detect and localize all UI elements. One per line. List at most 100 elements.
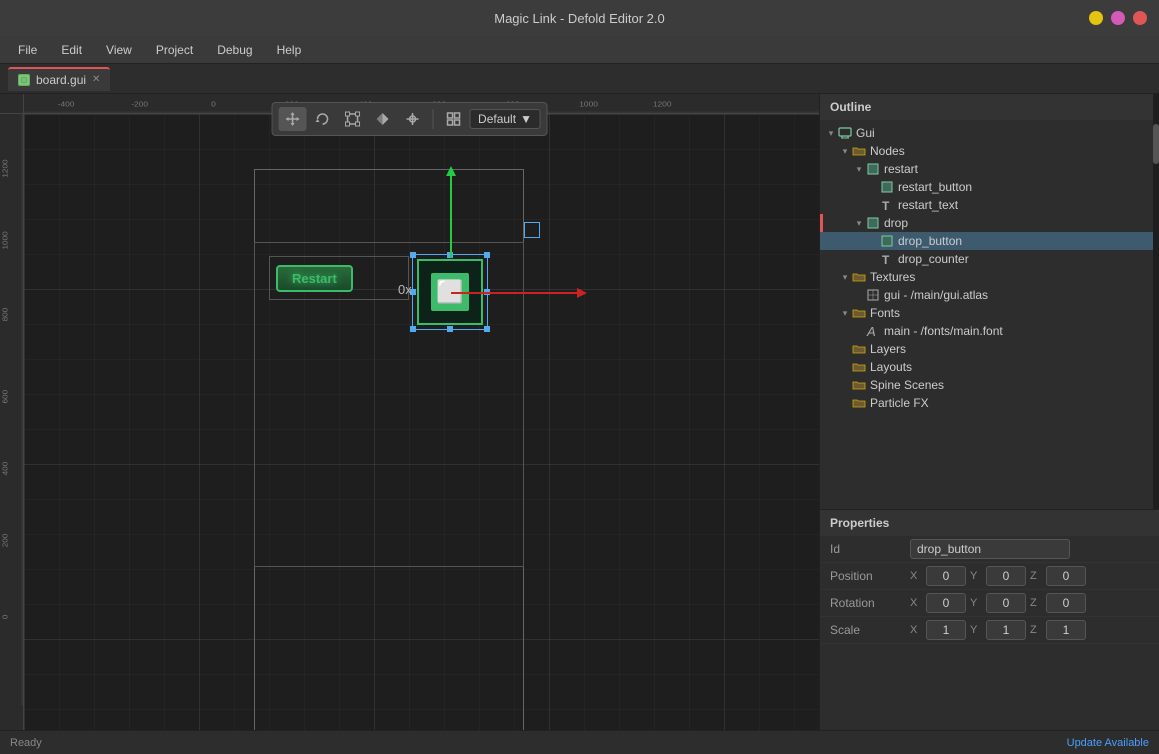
tree-label-main_font: main - /fonts/main.font <box>884 324 1003 338</box>
rotate-tool-button[interactable] <box>308 107 336 131</box>
tree-label-drop_button: drop_button <box>898 234 962 248</box>
rotation-z-input[interactable] <box>1046 593 1086 613</box>
tree-item-textures[interactable]: ▾Textures <box>820 268 1159 286</box>
layout-dropdown-arrow: ▼ <box>520 112 532 126</box>
outline-section: Outline ▾Gui▾Nodes▾restartrestart_button… <box>820 94 1159 510</box>
properties-header: Properties <box>820 510 1159 536</box>
tab-label: board.gui <box>36 73 86 87</box>
tree-arrow-fonts[interactable]: ▾ <box>840 308 850 319</box>
canvas-viewport[interactable]: Restart ⬜ 0x <box>24 114 819 730</box>
tree-icon-particle_fx <box>852 396 866 410</box>
tree-item-gui[interactable]: ▾Gui <box>820 124 1159 142</box>
position-x-input[interactable] <box>926 566 966 586</box>
update-link[interactable]: Update Available <box>1067 737 1149 749</box>
tree-item-layouts[interactable]: Layouts <box>820 358 1159 376</box>
tree-label-layouts: Layouts <box>870 360 912 374</box>
property-position-row: Position X Y Z <box>820 563 1159 590</box>
flip-tool-button[interactable] <box>368 107 396 131</box>
menu-file[interactable]: File <box>8 40 47 60</box>
tree-arrow-drop[interactable]: ▾ <box>854 218 864 229</box>
drop-panel <box>254 242 524 567</box>
tree-arrow-gui[interactable]: ▾ <box>826 128 836 139</box>
y-axis-arrow <box>446 166 456 176</box>
scale-x-input[interactable] <box>926 620 966 640</box>
status-text: Ready <box>10 737 42 749</box>
tree-label-drop: drop <box>884 216 908 230</box>
menu-edit[interactable]: Edit <box>51 40 92 60</box>
move-tool-button[interactable] <box>278 107 306 131</box>
tree-icon-restart_text: T <box>880 198 894 212</box>
tree-icon-fonts <box>852 306 866 320</box>
rotation-x-input[interactable] <box>926 593 966 613</box>
tree-icon-restart <box>866 162 880 176</box>
minimize-button[interactable] <box>1089 11 1103 25</box>
property-rotation-row: Rotation X Y Z <box>820 590 1159 617</box>
counter-x: x <box>405 282 412 297</box>
scale-y-input[interactable] <box>986 620 1026 640</box>
menu-view[interactable]: View <box>96 40 142 60</box>
statusbar: Ready Update Available <box>0 730 1159 754</box>
tree-item-fonts[interactable]: ▾ Fonts <box>820 304 1159 322</box>
rotation-z-label: Z <box>1030 597 1042 609</box>
tree-item-spine_scenes[interactable]: Spine Scenes <box>820 376 1159 394</box>
layout-label: Default <box>478 112 516 126</box>
tree-item-drop_button[interactable]: drop_button <box>820 232 1159 250</box>
app-title: Magic Link - Defold Editor 2.0 <box>494 11 665 26</box>
property-id-input[interactable] <box>910 539 1070 559</box>
tree-label-particle_fx: Particle FX <box>870 396 929 410</box>
property-id-row: Id <box>820 536 1159 563</box>
pan-tool-button[interactable] <box>398 107 426 131</box>
scale-y-label: Y <box>970 624 982 636</box>
tree-label-layers: Layers <box>870 342 906 356</box>
close-button[interactable] <box>1133 11 1147 25</box>
tree-item-gui_atlas[interactable]: gui - /main/gui.atlas <box>820 286 1159 304</box>
tree-label-fonts: Fonts <box>870 306 900 320</box>
scale-tool-button[interactable] <box>338 107 366 131</box>
tab-board-gui[interactable]: board.gui ✕ <box>8 67 110 91</box>
menu-help[interactable]: Help <box>267 40 312 60</box>
tree-item-layers[interactable]: Layers <box>820 340 1159 358</box>
properties-section: Properties Id Position X Y Z <box>820 510 1159 730</box>
position-x-label: X <box>910 570 922 582</box>
tabbar: board.gui ✕ <box>0 64 1159 94</box>
tree-item-restart_button[interactable]: restart_button <box>820 178 1159 196</box>
layout-icon-button[interactable] <box>439 107 467 131</box>
tree-item-drop_counter[interactable]: Tdrop_counter <box>820 250 1159 268</box>
property-scale-xyz: X Y Z <box>910 620 1149 640</box>
tree-item-drop[interactable]: ▾ drop <box>820 214 1159 232</box>
tree-item-main_font[interactable]: Amain - /fonts/main.font <box>820 322 1159 340</box>
svg-text:0: 0 <box>1 614 10 619</box>
tree-arrow-textures[interactable]: ▾ <box>840 272 850 283</box>
menu-project[interactable]: Project <box>146 40 203 60</box>
tree-label-restart_text: restart_text <box>898 198 958 212</box>
outline-scrollbar[interactable] <box>1153 94 1159 509</box>
rotation-y-input[interactable] <box>986 593 1026 613</box>
property-rotation-xyz: X Y Z <box>910 593 1149 613</box>
canvas-area[interactable]: Default ▼ -400 -200 0 200 400 600 800 10… <box>0 94 819 730</box>
rotation-y-label: Y <box>970 597 982 609</box>
scale-z-input[interactable] <box>1046 620 1086 640</box>
tree-label-spine_scenes: Spine Scenes <box>870 378 944 392</box>
counter-display: 0x <box>398 282 412 297</box>
tree-icon-gui <box>838 126 852 140</box>
position-z-input[interactable] <box>1046 566 1086 586</box>
tree-label-drop_counter: drop_counter <box>898 252 969 266</box>
tree-item-restart[interactable]: ▾restart <box>820 160 1159 178</box>
position-y-input[interactable] <box>986 566 1026 586</box>
layout-dropdown[interactable]: Default ▼ <box>469 109 541 129</box>
menu-debug[interactable]: Debug <box>207 40 262 60</box>
tree-arrow-restart[interactable]: ▾ <box>854 164 864 175</box>
outline-scrollbar-thumb[interactable] <box>1153 124 1159 164</box>
tree-icon-drop_button <box>880 234 894 248</box>
fullscreen-button[interactable] <box>1111 11 1125 25</box>
property-scale-label: Scale <box>830 623 910 637</box>
tree-arrow-nodes[interactable]: ▾ <box>840 146 850 157</box>
tree-icon-layouts <box>852 360 866 374</box>
tree-item-nodes[interactable]: ▾Nodes <box>820 142 1159 160</box>
property-scale-row: Scale X Y Z <box>820 617 1159 644</box>
tree-item-particle_fx[interactable]: Particle FX <box>820 394 1159 412</box>
tab-close-button[interactable]: ✕ <box>92 74 100 85</box>
svg-text:-200: -200 <box>131 100 148 109</box>
tree-item-restart_text[interactable]: Trestart_text <box>820 196 1159 214</box>
svg-text:600: 600 <box>1 389 10 403</box>
